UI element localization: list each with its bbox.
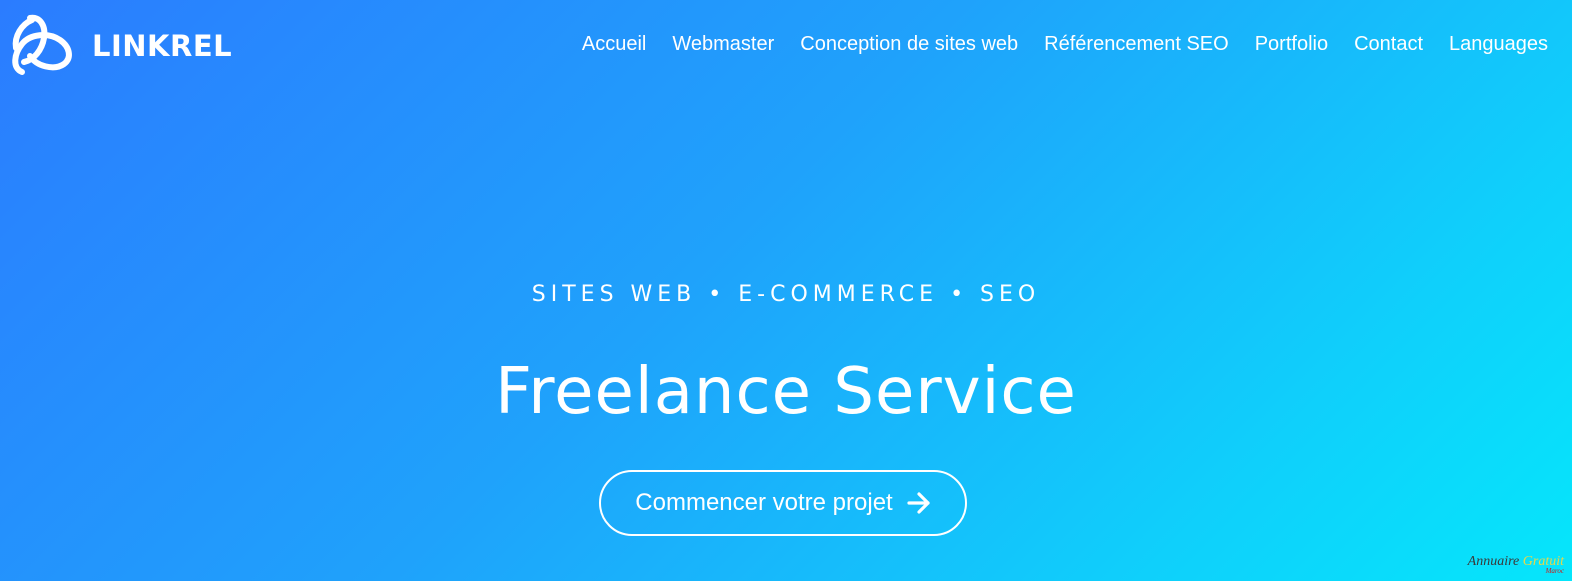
nav-item-accueil[interactable]: Accueil <box>582 33 646 56</box>
watermark: Annuaire Gratuit Maroc <box>1468 554 1564 575</box>
nav-item-portfolio[interactable]: Portfolio <box>1255 33 1328 56</box>
start-project-button[interactable]: Commencer votre projet <box>599 470 967 536</box>
start-project-label: Commencer votre projet <box>635 489 893 516</box>
brand-name: LINKREL <box>92 29 233 63</box>
hero-section: LINKREL Accueil Webmaster Conception de … <box>0 0 1572 581</box>
watermark-word-1: Annuaire <box>1467 554 1523 569</box>
hero-title: Freelance Service <box>495 355 1077 429</box>
arrow-right-icon <box>907 492 930 514</box>
linkrel-logo-icon <box>12 14 72 75</box>
nav-item-referencement-seo[interactable]: Référencement SEO <box>1044 33 1229 56</box>
main-navigation: Accueil Webmaster Conception de sites we… <box>582 33 1548 56</box>
nav-item-contact[interactable]: Contact <box>1354 33 1423 56</box>
nav-item-conception[interactable]: Conception de sites web <box>800 33 1018 56</box>
nav-item-languages[interactable]: Languages <box>1449 33 1548 56</box>
hero-kicker: SITES WEB • E-COMMERCE • SEO <box>531 282 1041 307</box>
brand-logo-link[interactable]: LINKREL <box>8 14 232 78</box>
watermark-line2: Maroc <box>1545 567 1564 575</box>
nav-item-webmaster[interactable]: Webmaster <box>672 33 774 56</box>
